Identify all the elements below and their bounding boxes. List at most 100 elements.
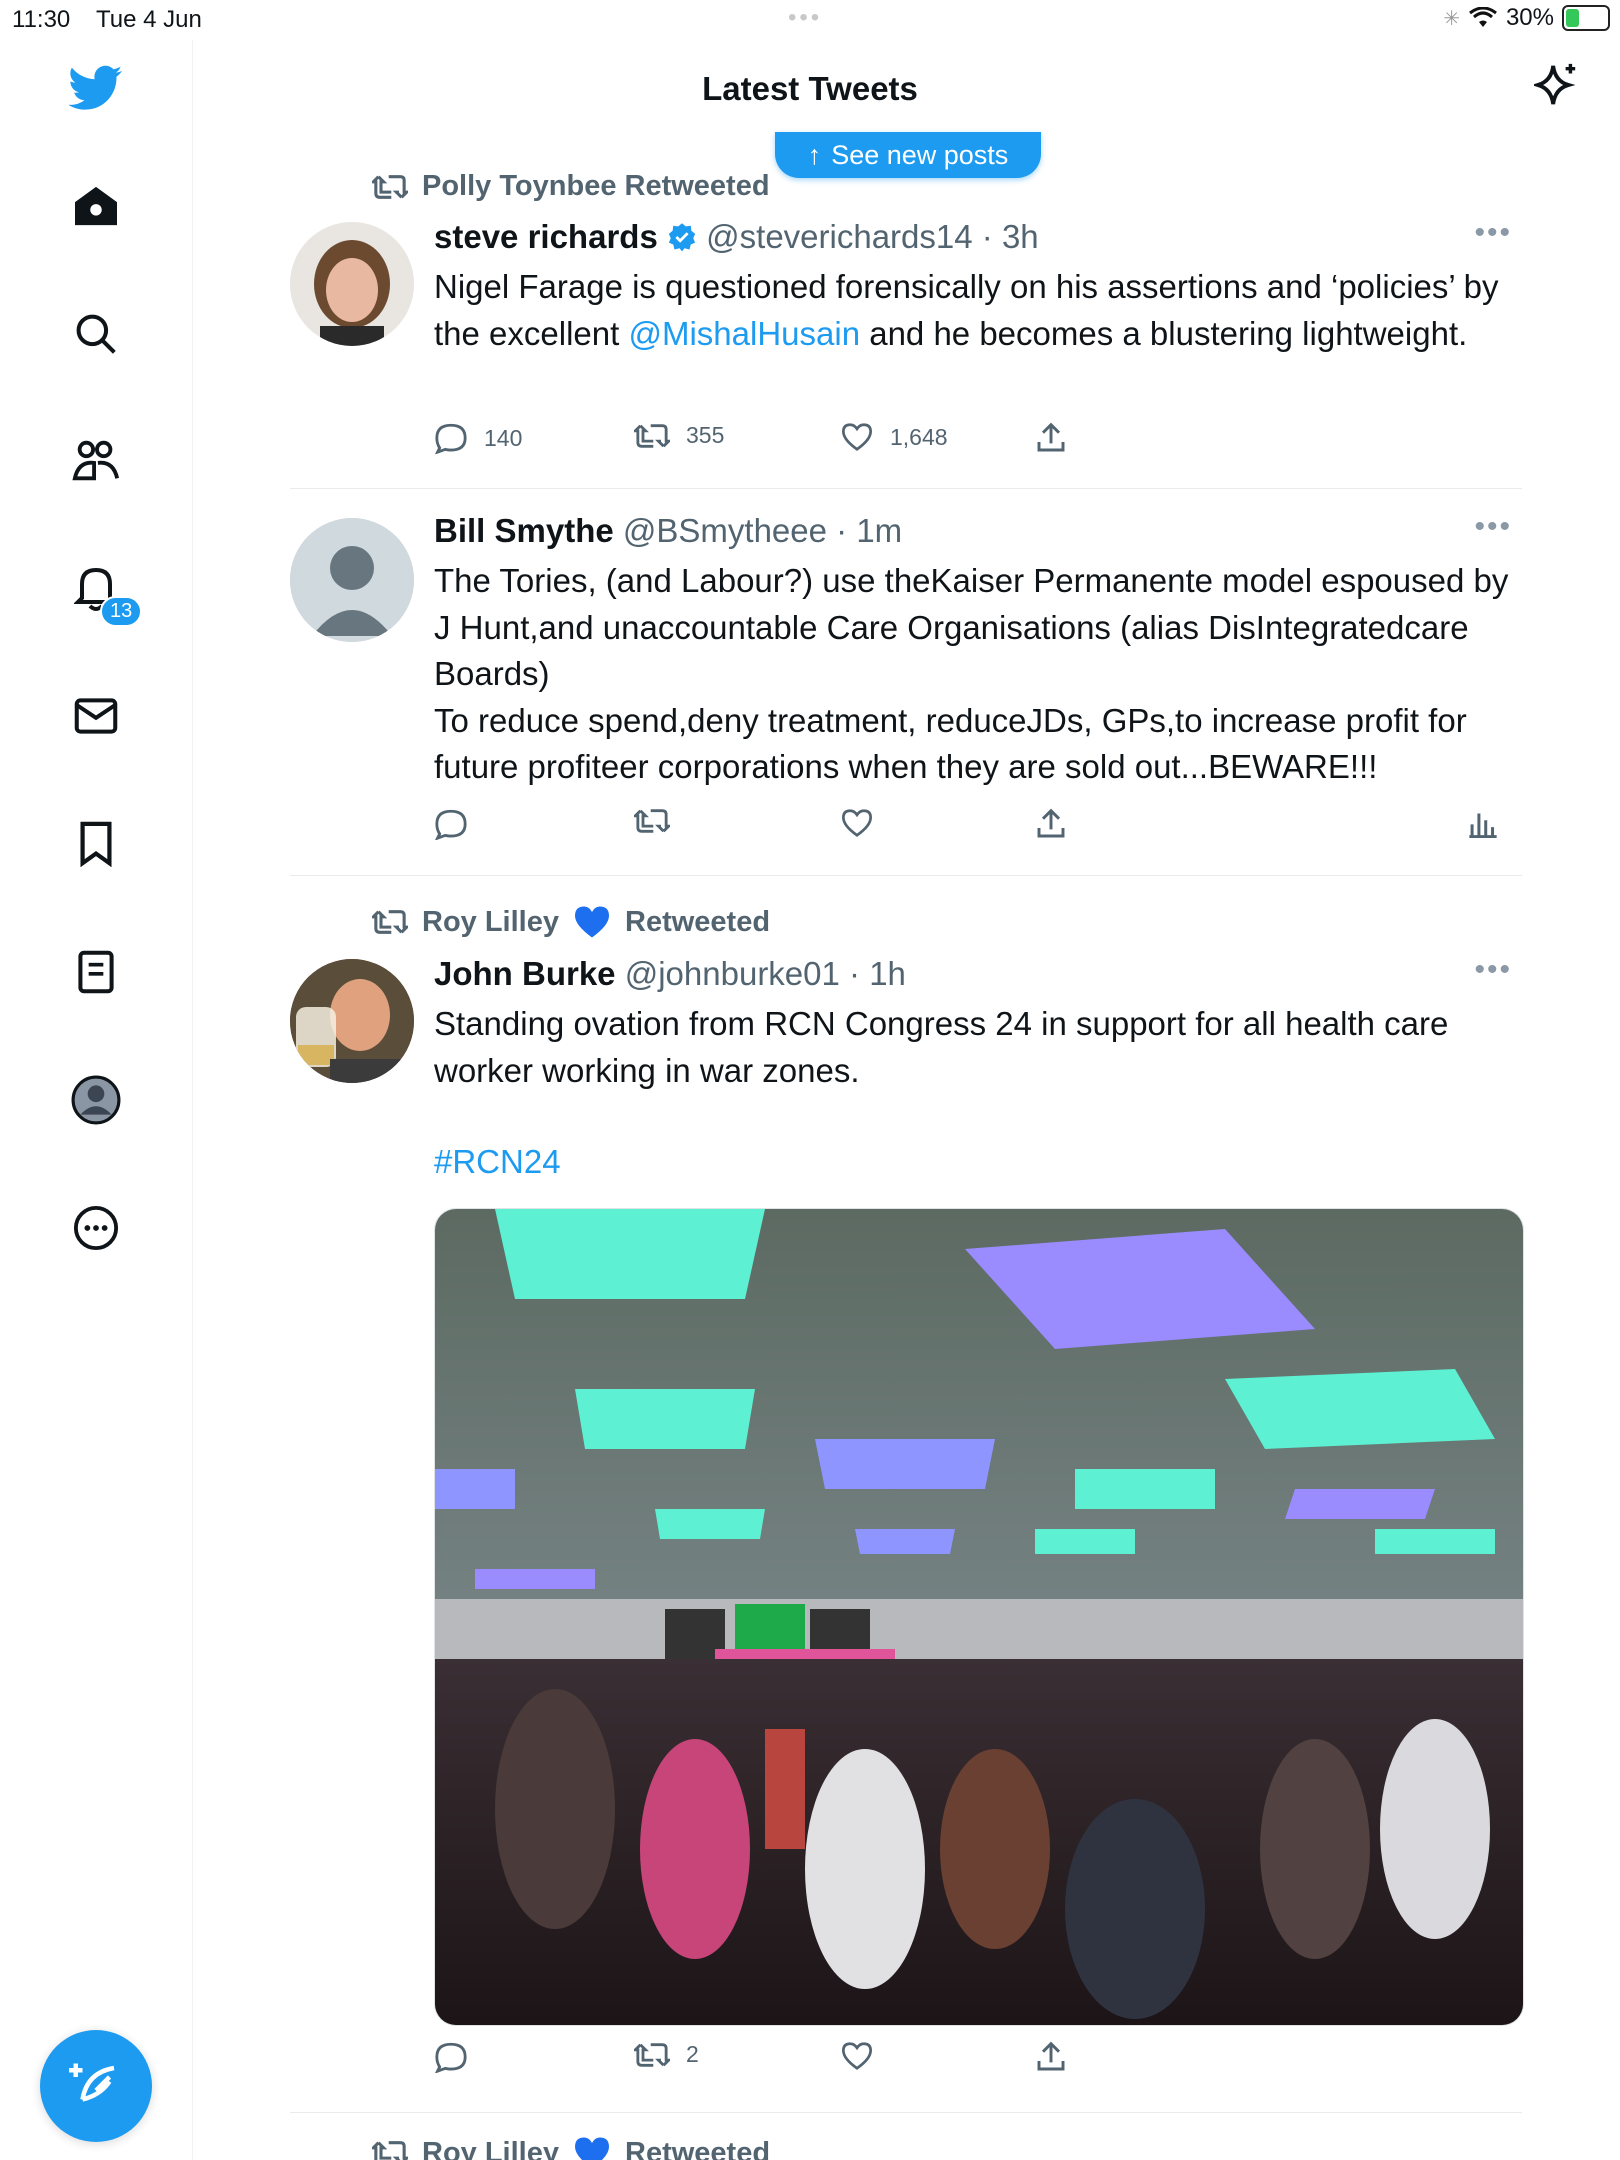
battery-icon [1562, 5, 1610, 31]
reply-count: 140 [484, 424, 523, 451]
more-options-icon[interactable]: ••• [1474, 510, 1512, 544]
tweet-text: Nigel Farage is questioned forensically … [434, 264, 1524, 357]
tweet-actions [434, 808, 1524, 848]
like-button[interactable] [840, 2041, 874, 2071]
reply-button[interactable]: 140 [434, 422, 522, 454]
retweet-icon [372, 910, 408, 934]
tweet-time[interactable]: · 1h [849, 955, 906, 992]
heart-icon [841, 2042, 873, 2070]
retweet-context: Polly Toynbee Retweeted [372, 170, 770, 203]
retweeted-by-name: Roy Lilley [422, 905, 559, 938]
retweet-button[interactable] [634, 808, 670, 834]
heart-icon [841, 809, 873, 837]
profile-icon[interactable] [68, 1072, 124, 1128]
tweet-divider [290, 488, 1522, 489]
share-icon [1037, 422, 1065, 452]
share-button[interactable] [1036, 808, 1066, 840]
more-options-icon[interactable]: ••• [1474, 216, 1512, 250]
battery-percent: 30% [1505, 4, 1554, 31]
tweet-time[interactable]: · 1m [836, 512, 902, 549]
status-time: 11:30 [12, 6, 71, 33]
retweeted-suffix: Retweeted [625, 2136, 771, 2160]
tweet-text-part: and he becomes a blustering lightweight. [860, 314, 1468, 352]
retweet-icon [372, 174, 408, 199]
communities-icon[interactable] [68, 433, 124, 489]
activity-spinner-icon: ✳ [1443, 7, 1460, 30]
status-bar: 11:30 Tue 4 Jun ••• ✳ 30% [0, 0, 1620, 40]
reply-icon [435, 423, 467, 454]
multitasking-dots-icon[interactable]: ••• [788, 4, 822, 32]
retweet-count: 2 [686, 2041, 699, 2067]
retweet-icon [634, 423, 670, 448]
tweet-divider [290, 2112, 1522, 2113]
mention-link[interactable]: @MishalHusain [628, 315, 860, 352]
notifications-badge: 13 [100, 596, 143, 627]
compose-tweet-button[interactable] [40, 2030, 152, 2142]
more-icon[interactable] [68, 1200, 124, 1256]
author-name[interactable]: steve richards [434, 218, 658, 255]
retweeted-by: Polly Toynbee Retweeted [422, 170, 770, 202]
sparkle-icon[interactable] [1534, 62, 1580, 108]
share-button[interactable] [1036, 2041, 1066, 2073]
retweet-button[interactable]: 355 [634, 422, 724, 449]
retweet-icon [372, 2141, 408, 2160]
reply-button[interactable] [434, 2041, 468, 2073]
lists-icon[interactable] [68, 944, 124, 1000]
like-count: 1,648 [890, 423, 948, 450]
more-options-icon[interactable]: ••• [1474, 953, 1512, 987]
avatar[interactable] [290, 518, 414, 642]
twitter-logo-icon[interactable] [68, 60, 124, 116]
retweet-button[interactable]: 2 [634, 2041, 699, 2068]
status-date: Tue 4 Jun [96, 6, 202, 33]
tweet-text: The Tories, (and Labour?) use theKaiser … [434, 562, 1509, 785]
verified-badge-icon [668, 223, 696, 252]
blue-heart-icon [575, 906, 609, 938]
retweet-icon [634, 2042, 670, 2067]
see-new-posts-label: See new posts [831, 139, 1009, 170]
heart-icon [841, 423, 873, 451]
analytics-button[interactable] [1468, 808, 1498, 838]
tweet[interactable]: Polly Toynbee Retweeted steve richards @… [290, 170, 1522, 490]
blue-heart-icon [575, 2137, 609, 2160]
tweet-actions: 2 [434, 2041, 1524, 2081]
like-button[interactable] [840, 808, 874, 838]
home-icon[interactable] [68, 178, 124, 234]
arrow-up-icon: ↑ [807, 139, 822, 170]
avatar[interactable] [290, 959, 414, 1083]
tweet[interactable]: Bill Smythe @BSmytheee · 1m ••• The Tori… [290, 510, 1522, 870]
avatar[interactable] [290, 222, 414, 346]
status-indicators: ✳ 30% [1443, 4, 1610, 32]
reply-icon [435, 809, 467, 840]
like-button[interactable]: 1,648 [840, 422, 948, 452]
messages-icon[interactable] [68, 688, 124, 744]
share-button[interactable] [1036, 422, 1066, 454]
tweet[interactable]: Roy Lilley Retweeted [290, 2132, 1522, 2160]
tweet-divider [290, 875, 1522, 876]
tweet-text: Standing ovation from RCN Congress 24 in… [434, 1005, 1449, 1089]
reply-button[interactable] [434, 808, 468, 840]
retweet-context: Roy Lilley Retweeted [372, 2136, 770, 2160]
tweet-actions: 140 355 1,648 [434, 422, 1524, 462]
reply-icon [435, 2042, 467, 2073]
author-handle[interactable]: @steverichards14 [706, 218, 972, 255]
author-name[interactable]: Bill Smythe [434, 512, 614, 549]
retweeted-by-name: Roy Lilley [422, 2136, 559, 2160]
compose-feather-icon [69, 2063, 115, 2102]
retweet-count: 355 [686, 422, 725, 448]
tweet-header: Bill Smythe @BSmytheee · 1m [434, 512, 902, 550]
author-handle[interactable]: @BSmytheee [623, 512, 827, 549]
analytics-icon [1469, 813, 1497, 838]
hashtag-link[interactable]: #RCN24 [434, 1139, 1524, 1186]
tweet-time[interactable]: · 3h [982, 218, 1039, 255]
author-name[interactable]: John Burke [434, 955, 616, 992]
retweet-icon [634, 809, 670, 833]
tweet-media-image[interactable] [434, 1208, 1524, 2026]
author-handle[interactable]: @johnburke01 [625, 955, 840, 992]
tweet-header: John Burke @johnburke01 · 1h [434, 955, 906, 993]
page-title: Latest Tweets [702, 70, 918, 107]
wifi-icon [1469, 7, 1497, 27]
bookmarks-icon[interactable] [68, 816, 124, 872]
retweet-context: Roy Lilley Retweeted [372, 905, 770, 939]
search-icon[interactable] [68, 306, 124, 362]
share-icon [1037, 2041, 1065, 2071]
